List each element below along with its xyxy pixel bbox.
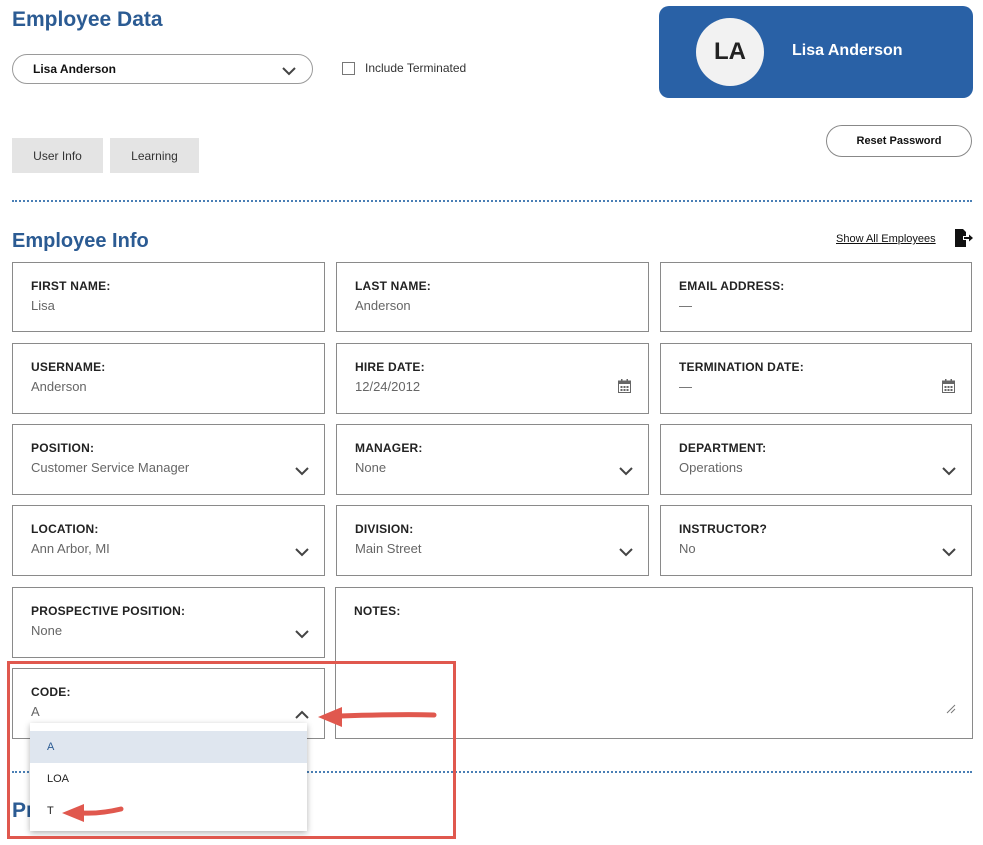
notes-label: NOTES: bbox=[354, 604, 401, 618]
prospective-position-select[interactable]: PROSPECTIVE POSITION: None bbox=[12, 587, 325, 658]
location-value: Ann Arbor, MI bbox=[31, 541, 110, 556]
department-select[interactable]: DEPARTMENT: Operations bbox=[660, 424, 972, 495]
tab-learning[interactable]: Learning bbox=[110, 138, 199, 173]
last-name-value: Anderson bbox=[355, 298, 411, 313]
last-name-label: LAST NAME: bbox=[355, 279, 431, 293]
chevron-down-icon bbox=[295, 467, 309, 476]
manager-label: MANAGER: bbox=[355, 441, 423, 455]
last-name-field[interactable]: LAST NAME: Anderson bbox=[336, 262, 649, 332]
chevron-down-icon bbox=[295, 630, 309, 639]
prospective-position-value: None bbox=[31, 623, 63, 638]
department-label: DEPARTMENT: bbox=[679, 441, 767, 455]
hire-date-field[interactable]: HIRE DATE: 12/24/2012 bbox=[336, 343, 649, 414]
show-all-employees-link[interactable]: Show All Employees bbox=[836, 233, 936, 245]
avatar: LA bbox=[696, 18, 764, 86]
annotation-callout-box bbox=[7, 661, 456, 839]
chevron-down-icon bbox=[295, 548, 309, 557]
email-label: EMAIL ADDRESS: bbox=[679, 279, 785, 293]
email-value: — bbox=[679, 298, 692, 313]
instructor-value: No bbox=[679, 541, 696, 556]
chevron-down-icon bbox=[942, 548, 956, 557]
hire-date-label: HIRE DATE: bbox=[355, 360, 425, 374]
chevron-down-icon bbox=[619, 467, 633, 476]
chevron-down-icon bbox=[282, 67, 296, 76]
employee-select[interactable]: Lisa Anderson bbox=[12, 54, 313, 84]
division-value: Main Street bbox=[355, 541, 422, 556]
username-field[interactable]: USERNAME: Anderson bbox=[12, 343, 325, 414]
section-divider bbox=[12, 200, 972, 202]
calendar-icon[interactable] bbox=[942, 379, 955, 393]
chevron-down-icon bbox=[942, 467, 956, 476]
termination-date-value: — bbox=[679, 379, 692, 394]
instructor-label: INSTRUCTOR? bbox=[679, 522, 767, 536]
export-icon[interactable] bbox=[953, 228, 973, 248]
tab-user-info[interactable]: User Info bbox=[12, 138, 103, 173]
include-terminated-label: Include Terminated bbox=[365, 61, 467, 75]
reset-password-button[interactable]: Reset Password bbox=[826, 125, 972, 157]
department-value: Operations bbox=[679, 460, 743, 475]
username-value: Anderson bbox=[31, 379, 87, 394]
first-name-value: Lisa bbox=[31, 298, 55, 313]
employee-select-value: Lisa Anderson bbox=[33, 62, 116, 76]
first-name-field[interactable]: FIRST NAME: Lisa bbox=[12, 262, 325, 332]
instructor-select[interactable]: INSTRUCTOR? No bbox=[660, 505, 972, 576]
location-select[interactable]: LOCATION: Ann Arbor, MI bbox=[12, 505, 325, 576]
position-select[interactable]: POSITION: Customer Service Manager bbox=[12, 424, 325, 495]
chevron-down-icon bbox=[619, 548, 633, 557]
resize-handle-icon[interactable] bbox=[946, 704, 956, 714]
email-field[interactable]: EMAIL ADDRESS: — bbox=[660, 262, 972, 332]
section-title-employee-info: Employee Info bbox=[12, 230, 149, 252]
division-select[interactable]: DIVISION: Main Street bbox=[336, 505, 649, 576]
division-label: DIVISION: bbox=[355, 522, 414, 536]
username-label: USERNAME: bbox=[31, 360, 106, 374]
position-label: POSITION: bbox=[31, 441, 95, 455]
location-label: LOCATION: bbox=[31, 522, 99, 536]
first-name-label: FIRST NAME: bbox=[31, 279, 111, 293]
hire-date-value: 12/24/2012 bbox=[355, 379, 421, 394]
profile-name: Lisa Anderson bbox=[792, 42, 903, 59]
manager-value: None bbox=[355, 460, 387, 475]
include-terminated-checkbox[interactable] bbox=[342, 62, 355, 75]
prospective-position-label: PROSPECTIVE POSITION: bbox=[31, 604, 186, 618]
calendar-icon[interactable] bbox=[618, 379, 631, 393]
manager-select[interactable]: MANAGER: None bbox=[336, 424, 649, 495]
termination-date-field[interactable]: TERMINATION DATE: — bbox=[660, 343, 972, 414]
termination-date-label: TERMINATION DATE: bbox=[679, 360, 804, 374]
position-value: Customer Service Manager bbox=[31, 460, 190, 475]
page-title: Employee Data bbox=[12, 8, 163, 31]
